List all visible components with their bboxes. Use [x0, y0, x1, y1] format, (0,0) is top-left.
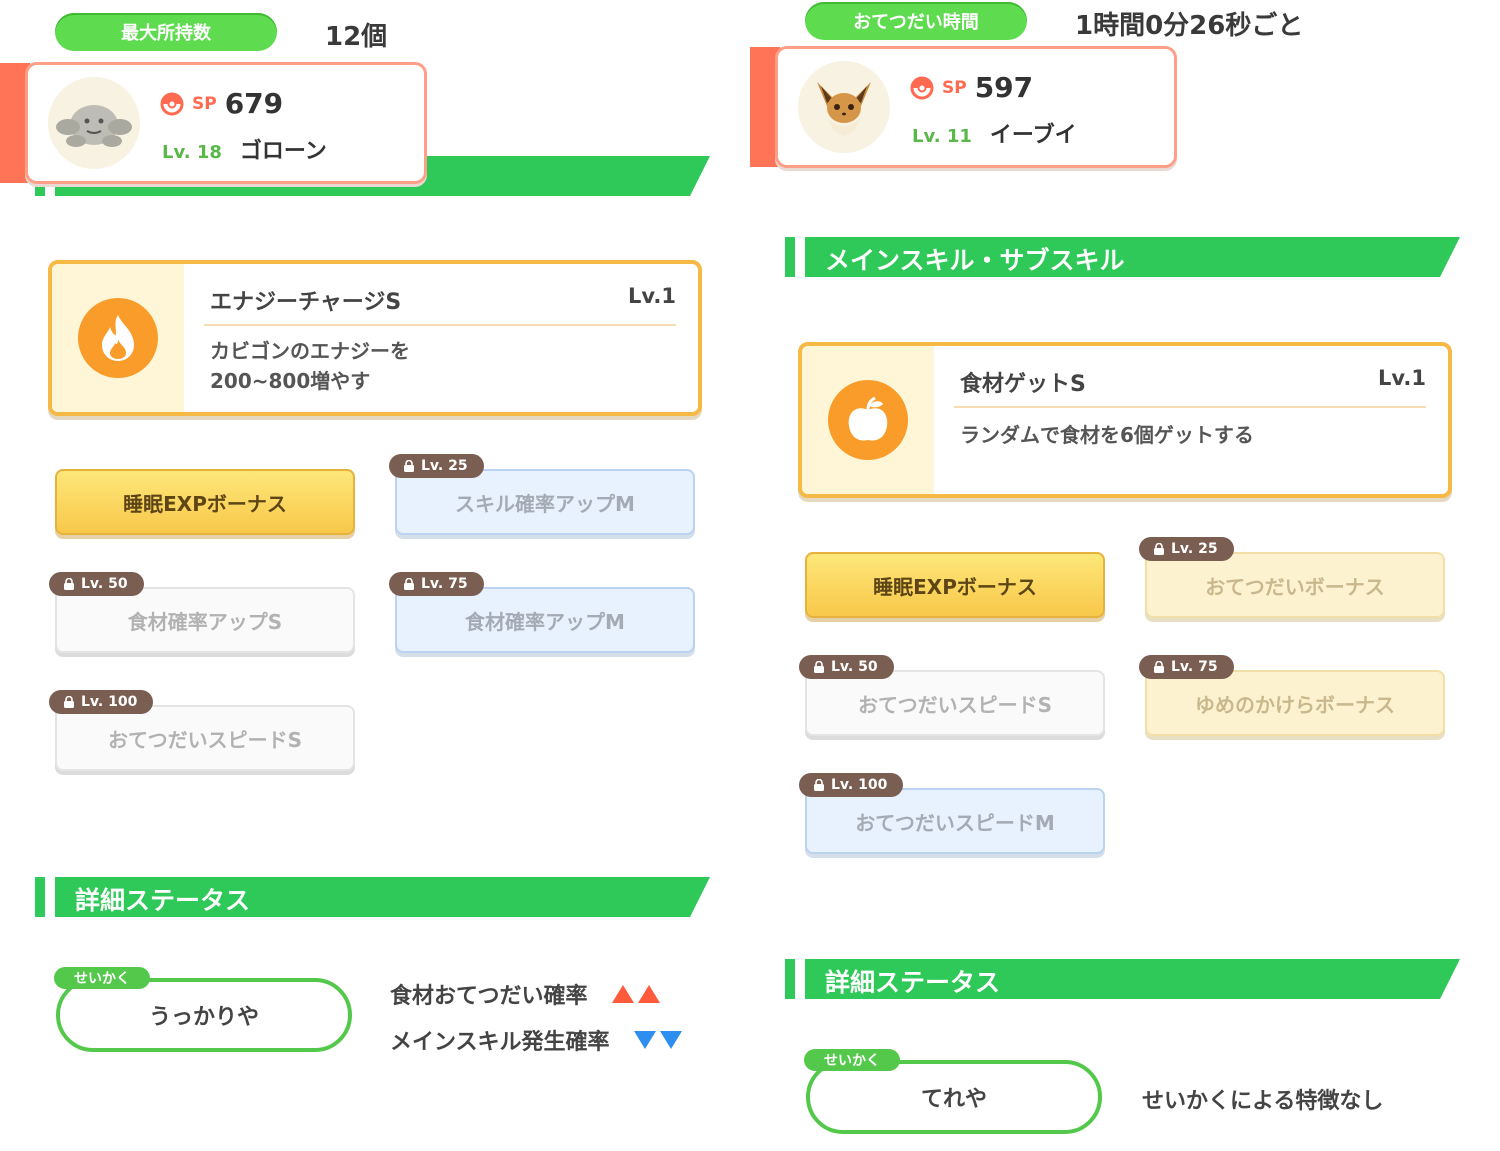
down-arrows-icon — [633, 1031, 682, 1049]
pokemon-name: ゴローン — [239, 139, 327, 164]
sub-skill-5[interactable]: おてつだいスピードS — [55, 705, 355, 771]
sp-value: 679 — [224, 87, 284, 120]
sub-skill-4-lock: Lv. 75 — [389, 572, 484, 596]
sub-skill-4[interactable]: ゆめのかけらボーナス — [1145, 670, 1445, 736]
sub-skill-1[interactable]: 睡眠EXPボーナス — [55, 469, 355, 535]
avatar — [48, 77, 140, 169]
nature-effect-none: せいかくによる特徴なし — [1142, 1089, 1384, 1114]
main-skill-name: エナジーチャージS — [210, 290, 402, 315]
up-arrows-icon — [611, 985, 660, 1003]
nature-effect-down: メインスキル発生確率 — [390, 1024, 682, 1056]
nature-tag: せいかく — [54, 967, 150, 989]
sub-skill-3[interactable]: おてつだいスピードS — [805, 670, 1105, 736]
pokeball-icon — [160, 92, 184, 115]
nature-effect-up: 食材おてつだい確率 — [390, 978, 660, 1010]
sub-skill-5-lock: Lv. 100 — [49, 690, 154, 714]
sub-skill-1[interactable]: 睡眠EXPボーナス — [805, 552, 1105, 618]
main-skill-desc-line2: 200~800増やす — [210, 369, 371, 393]
nature-tag: せいかく — [804, 1049, 900, 1071]
sub-skill-4-lock: Lv. 75 — [1139, 655, 1234, 679]
flame-icon — [78, 298, 158, 378]
sub-skill-5[interactable]: おてつだいスピードM — [805, 788, 1105, 854]
main-skill-desc-line1: ランダムで食材を6個ゲットする — [960, 423, 1254, 447]
section-title: 詳細ステータス — [825, 968, 1001, 997]
lock-icon — [64, 696, 74, 708]
pokemon-card[interactable]: SP 679 Lv. 18 ゴローン — [25, 62, 427, 184]
sub-skill-3-lock: Lv. 50 — [49, 572, 144, 596]
max-capacity-pill: 最大所持数 — [55, 13, 277, 51]
sp-label: SP — [942, 77, 967, 98]
lock-icon — [64, 578, 74, 590]
lock-icon — [404, 578, 414, 590]
main-skill-name: 食材ゲットS — [960, 372, 1086, 397]
sub-skill-5-lock: Lv. 100 — [799, 773, 904, 797]
main-skill-level: Lv.1 — [628, 284, 676, 308]
sub-skill-2[interactable]: おてつだいボーナス — [1145, 552, 1445, 618]
sub-skill-2[interactable]: スキル確率アップM — [395, 469, 695, 535]
geodude-sprite-icon — [56, 105, 132, 147]
main-skill-desc-line1: カビゴンのエナジーを — [210, 339, 410, 363]
avatar — [798, 61, 890, 153]
pokemon-level: Lv. 18 — [162, 142, 222, 163]
help-time-pill: おてつだい時間 — [805, 2, 1027, 40]
sub-skill-3[interactable]: 食材確率アップS — [55, 587, 355, 653]
lock-icon — [814, 661, 824, 673]
sub-skill-2-lock: Lv. 25 — [389, 454, 484, 478]
pokemon-level: Lv. 11 — [912, 126, 972, 147]
section-title: メインスキル・サブスキル — [825, 246, 1125, 275]
pokemon-card[interactable]: SP 597 Lv. 11 イーブイ — [775, 46, 1177, 168]
sub-skill-4[interactable]: 食材確率アップM — [395, 587, 695, 653]
pokeball-icon — [910, 76, 934, 99]
main-skill-card[interactable]: 食材ゲットS Lv.1 ランダムで食材を6個ゲットする — [798, 342, 1452, 498]
apple-icon — [828, 380, 908, 460]
sp-label: SP — [192, 93, 217, 114]
section-title: 詳細ステータス — [75, 886, 251, 915]
lock-icon — [1154, 543, 1164, 555]
status-section-header: 詳細ステータス — [35, 877, 710, 917]
nature-name[interactable]: うっかりや — [56, 978, 352, 1052]
sp-value: 597 — [974, 71, 1034, 104]
skill-section-header: メインスキル・サブスキル — [785, 237, 1460, 277]
lock-icon — [1154, 661, 1164, 673]
nature-name[interactable]: てれや — [806, 1060, 1102, 1134]
lock-icon — [814, 779, 824, 791]
help-time-value: 1時間0分26秒ごと — [1075, 11, 1304, 41]
sub-skill-3-lock: Lv. 50 — [799, 655, 894, 679]
main-skill-card[interactable]: エナジーチャージS Lv.1 カビゴンのエナジーを 200~800増やす — [48, 260, 702, 416]
lock-icon — [404, 460, 414, 472]
max-capacity-value: 12個 — [325, 22, 388, 52]
main-skill-level: Lv.1 — [1378, 366, 1426, 390]
status-section-header: 詳細ステータス — [785, 959, 1460, 999]
eevee-sprite-icon — [817, 82, 871, 136]
pokemon-name: イーブイ — [989, 123, 1077, 148]
sub-skill-2-lock: Lv. 25 — [1139, 537, 1234, 561]
